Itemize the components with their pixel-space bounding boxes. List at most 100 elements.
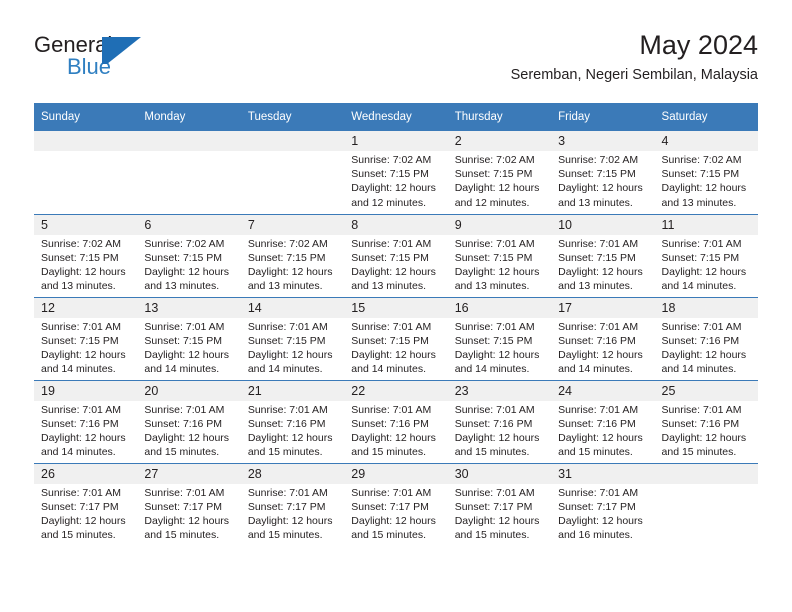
calendar-day-cell[interactable]: 22 Sunrise: 7:01 AM Sunset: 7:16 PM Dayligh…: [344, 379, 448, 463]
calendar-day-cell[interactable]: 21 Sunrise: 7:01 AM Sunset: 7:16 PM Dayligh…: [240, 379, 345, 463]
daylight-text-line1: Daylight: 12 hours: [351, 348, 436, 361]
calendar-day-cell[interactable]: 30 Sunrise: 7:01 AM Sunset: 7:17 PM Dayligh…: [447, 462, 552, 546]
daylight-text-line2: and 13 minutes.: [454, 280, 530, 293]
daylight-text-line1: Daylight: 12 hours: [144, 348, 230, 361]
day-number: [137, 131, 241, 151]
day-info: Sunrise: 7:01 AM Sunset: 7:15 PM Daylight:…: [655, 235, 758, 294]
daylight-text-line2: and 15 minutes.: [661, 446, 737, 459]
calendar-day-cell[interactable]: 10 Sunrise: 7:01 AM Sunset: 7:15 PM Dayligh…: [551, 213, 655, 297]
daylight-text-line2: and 15 minutes.: [351, 529, 426, 542]
calendar-day-cell[interactable]: 15 Sunrise: 7:01 AM Sunset: 7:15 PM Dayligh…: [344, 296, 448, 380]
calendar-day-cell[interactable]: 24 Sunrise: 7:01 AM Sunset: 7:16 PM Dayligh…: [551, 379, 655, 463]
day-info: Sunrise: 7:01 AM Sunset: 7:15 PM Daylight:…: [137, 318, 240, 377]
day-info: Sunrise: 7:01 AM Sunset: 7:16 PM Daylight:…: [34, 401, 137, 460]
day-info: Sunrise: 7:02 AM Sunset: 7:15 PM Daylight:…: [448, 151, 551, 210]
calendar-day-cell[interactable]: 5 Sunrise: 7:02 AM Sunset: 7:15 PM Daylight…: [34, 213, 138, 297]
calendar-day-cell[interactable]: 2 Sunrise: 7:02 AM Sunset: 7:15 PM Daylight…: [447, 131, 552, 214]
daylight-text-line1: Daylight: 12 hours: [558, 348, 643, 361]
day-number: 15: [344, 297, 448, 318]
calendar-day-cell[interactable]: 7 Sunrise: 7:02 AM Sunset: 7:15 PM Daylight…: [240, 213, 345, 297]
day-number: 31: [551, 463, 655, 484]
sunset-text: Sunset: 7:15 PM: [351, 168, 429, 181]
sunrise-text: Sunrise: 7:02 AM: [247, 237, 328, 250]
daylight-text-line1: Daylight: 12 hours: [247, 431, 333, 444]
sunset-text: Sunset: 7:15 PM: [41, 334, 119, 347]
day-cell-inner: 22 Sunrise: 7:01 AM Sunset: 7:16 PM Dayligh…: [344, 380, 448, 463]
day-info: Sunrise: 7:01 AM Sunset: 7:17 PM Daylight:…: [448, 484, 551, 543]
day-info: Sunrise: 7:01 AM Sunset: 7:16 PM Daylight:…: [344, 401, 447, 460]
calendar-day-cell[interactable]: 17 Sunrise: 7:01 AM Sunset: 7:16 PM Dayligh…: [551, 296, 655, 380]
daylight-text-line1: Daylight: 12 hours: [558, 431, 643, 444]
calendar-day-cell[interactable]: 31 Sunrise: 7:01 AM Sunset: 7:17 PM Dayligh…: [551, 462, 655, 546]
calendar-day-cell[interactable]: 13 Sunrise: 7:01 AM Sunset: 7:15 PM Dayligh…: [137, 296, 241, 380]
calendar-day-cell[interactable]: 19 Sunrise: 7:01 AM Sunset: 7:16 PM Dayligh…: [34, 379, 138, 463]
calendar-day-cell[interactable]: 14 Sunrise: 7:01 AM Sunset: 7:15 PM Dayligh…: [240, 296, 345, 380]
day-number: [240, 131, 345, 151]
daylight-text-line2: and 13 minutes.: [558, 280, 633, 293]
daylight-text-line2: and 13 minutes.: [558, 196, 633, 209]
sunrise-text: Sunrise: 7:01 AM: [351, 486, 432, 499]
calendar-day-cell[interactable]: 18 Sunrise: 7:01 AM Sunset: 7:16 PM Dayligh…: [654, 296, 758, 380]
calendar-day-cell[interactable]: 29 Sunrise: 7:01 AM Sunset: 7:17 PM Dayligh…: [344, 462, 448, 546]
day-number: 27: [137, 463, 241, 484]
sunrise-text: Sunrise: 7:01 AM: [351, 320, 432, 333]
daylight-text-line1: Daylight: 12 hours: [351, 265, 436, 278]
calendar-day-cell[interactable]: 6 Sunrise: 7:02 AM Sunset: 7:15 PM Daylight…: [137, 213, 241, 297]
daylight-text-line2: and 14 minutes.: [661, 363, 737, 376]
daylight-text-line2: and 15 minutes.: [41, 529, 116, 542]
calendar-day-cell[interactable]: 16 Sunrise: 7:01 AM Sunset: 7:15 PM Dayligh…: [447, 296, 552, 380]
calendar-day-cell[interactable]: 11 Sunrise: 7:01 AM Sunset: 7:15 PM Dayligh…: [654, 213, 758, 297]
day-number: [654, 463, 758, 484]
calendar-week-row: 12 Sunrise: 7:01 AM Sunset: 7:15 PM Dayligh…: [34, 296, 758, 380]
calendar-day-cell[interactable]: 25 Sunrise: 7:01 AM Sunset: 7:16 PM Dayligh…: [654, 379, 758, 463]
sunrise-text: Sunrise: 7:01 AM: [661, 237, 742, 250]
calendar-day-cell[interactable]: 26 Sunrise: 7:01 AM Sunset: 7:17 PM Dayligh…: [34, 462, 138, 546]
sunset-text: Sunset: 7:16 PM: [351, 417, 429, 430]
sunset-text: Sunset: 7:16 PM: [454, 417, 533, 430]
daylight-text-line2: and 15 minutes.: [351, 446, 426, 459]
sunrise-text: Sunrise: 7:02 AM: [661, 154, 742, 166]
day-number: 5: [34, 214, 138, 235]
calendar-table: Sunday Monday Tuesday Wednesday Thursday…: [34, 103, 758, 546]
calendar-day-cell[interactable]: 27 Sunrise: 7:01 AM Sunset: 7:17 PM Dayligh…: [137, 462, 241, 546]
sunset-text: Sunset: 7:15 PM: [454, 168, 533, 181]
calendar-day-cell[interactable]: 12 Sunrise: 7:01 AM Sunset: 7:15 PM Dayligh…: [34, 296, 138, 380]
sunset-text: Sunset: 7:15 PM: [558, 251, 636, 264]
day-number: 13: [137, 297, 241, 318]
calendar-day-cell[interactable]: 8 Sunrise: 7:01 AM Sunset: 7:15 PM Daylight…: [344, 213, 448, 297]
calendar-day-cell[interactable]: 20 Sunrise: 7:01 AM Sunset: 7:16 PM Dayligh…: [137, 379, 241, 463]
day-cell-inner: 17 Sunrise: 7:01 AM Sunset: 7:16 PM Dayligh…: [551, 297, 655, 380]
calendar-day-cell[interactable]: 3 Sunrise: 7:02 AM Sunset: 7:15 PM Daylight…: [551, 131, 655, 214]
sunrise-text: Sunrise: 7:01 AM: [41, 403, 121, 416]
calendar-day-cell-empty: [654, 462, 758, 546]
sunrise-text: Sunrise: 7:01 AM: [247, 403, 328, 416]
day-info: Sunrise: 7:01 AM Sunset: 7:16 PM Daylight:…: [448, 401, 551, 460]
day-number: 11: [654, 214, 758, 235]
location-subtitle: Seremban, Negeri Sembilan, Malaysia: [510, 67, 758, 83]
day-number: 26: [34, 463, 138, 484]
day-cell-inner: 3 Sunrise: 7:02 AM Sunset: 7:15 PM Daylight…: [551, 131, 655, 214]
sunrise-text: Sunrise: 7:01 AM: [144, 486, 225, 499]
daylight-text-line2: and 15 minutes.: [247, 446, 323, 459]
daylight-text-line2: and 15 minutes.: [454, 446, 530, 459]
sunrise-text: Sunrise: 7:01 AM: [351, 403, 432, 416]
day-number: 8: [344, 214, 448, 235]
weekday-header-wednesday: Wednesday: [344, 103, 448, 131]
calendar-day-cell[interactable]: 28 Sunrise: 7:01 AM Sunset: 7:17 PM Dayligh…: [240, 462, 345, 546]
day-number: 21: [240, 380, 345, 401]
daylight-text-line2: and 15 minutes.: [454, 529, 530, 542]
daylight-text-line1: Daylight: 12 hours: [247, 348, 333, 361]
calendar-day-cell[interactable]: 4 Sunrise: 7:02 AM Sunset: 7:15 PM Daylight…: [654, 131, 758, 214]
sunset-text: Sunset: 7:16 PM: [144, 417, 223, 430]
day-info: Sunrise: 7:01 AM Sunset: 7:16 PM Daylight:…: [137, 401, 240, 460]
calendar-day-cell[interactable]: 23 Sunrise: 7:01 AM Sunset: 7:16 PM Dayligh…: [447, 379, 552, 463]
day-number: 4: [654, 131, 758, 151]
calendar-day-cell[interactable]: 1 Sunrise: 7:02 AM Sunset: 7:15 PM Daylight…: [344, 131, 448, 214]
day-number: 29: [344, 463, 448, 484]
day-number: 12: [34, 297, 138, 318]
calendar-day-cell[interactable]: 9 Sunrise: 7:01 AM Sunset: 7:15 PM Daylight…: [447, 213, 552, 297]
brand-logo[interactable]: General Blue: [34, 32, 234, 84]
day-number: [34, 131, 138, 151]
day-cell-inner: 7 Sunrise: 7:02 AM Sunset: 7:15 PM Daylight…: [240, 214, 345, 297]
day-cell-inner: 9 Sunrise: 7:01 AM Sunset: 7:15 PM Daylight…: [447, 214, 552, 297]
